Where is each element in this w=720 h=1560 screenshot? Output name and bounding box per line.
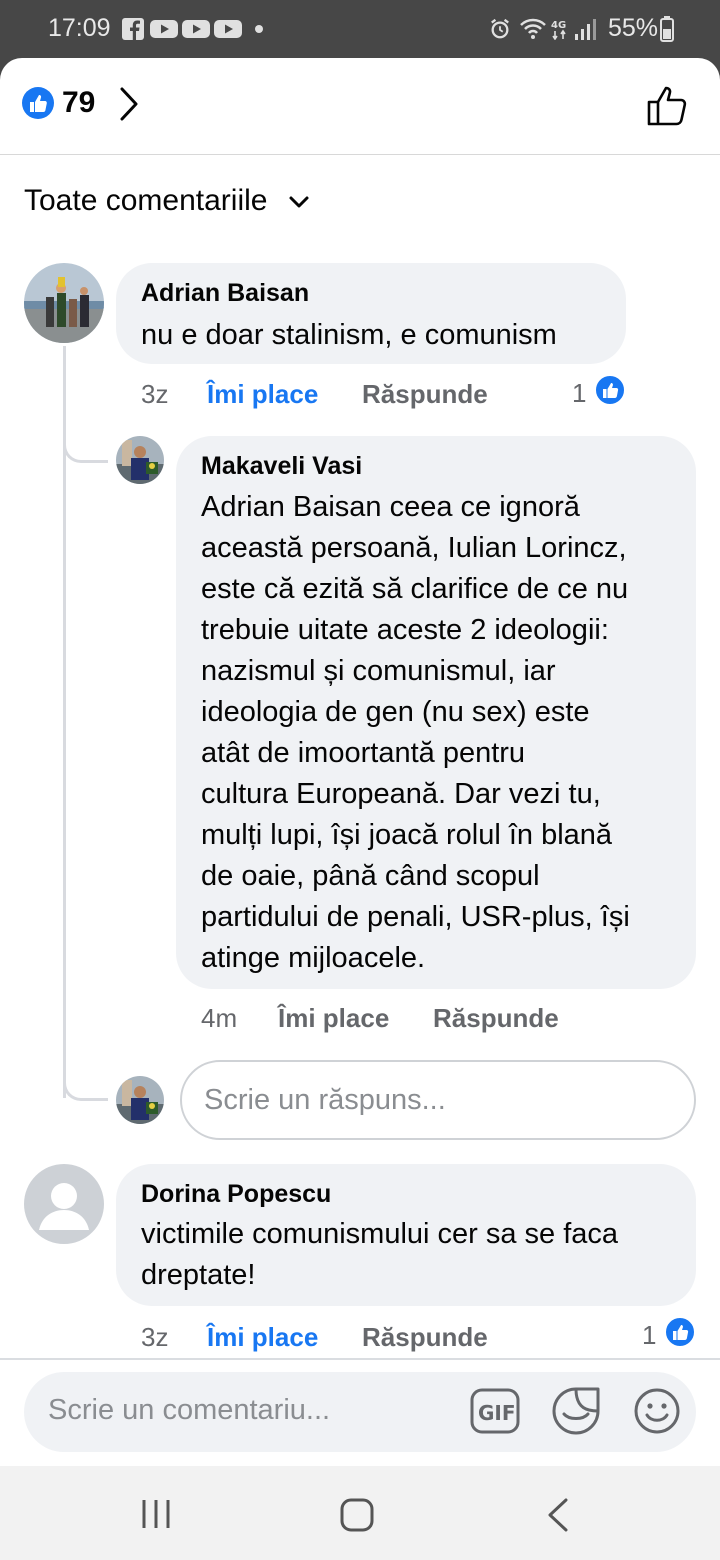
divider <box>0 1358 720 1360</box>
signal-icon <box>575 19 596 40</box>
reaction-count: 1 <box>572 378 587 408</box>
like-button[interactable]: Îmi place <box>278 1003 389 1034</box>
gif-icon[interactable]: GIF <box>470 1388 520 1434</box>
comment-text: nu e doar stalinism, e comunism <box>141 319 557 351</box>
comment-text: victimile comunismului cer sa se faca dr… <box>141 1218 619 1291</box>
reply-button[interactable]: Răspunde <box>362 379 488 410</box>
thread-line <box>63 346 66 1098</box>
recent-apps-icon[interactable] <box>140 1498 172 1530</box>
comments-sheet: 79 Toate comentariile Adrian Baisan nu e… <box>0 58 720 1466</box>
svg-text:4G: 4G <box>551 20 566 31</box>
youtube-icon <box>150 20 178 38</box>
battery-percent: 55% <box>607 14 658 42</box>
comment-author[interactable]: Adrian Baisan <box>141 279 309 308</box>
avatar <box>116 1076 164 1124</box>
alarm-icon <box>491 18 509 39</box>
reply-button[interactable]: Răspunde <box>362 1322 488 1353</box>
battery-icon <box>660 16 674 42</box>
comment-bubble[interactable]: Adrian Baisan nu e doar stalinism, e com… <box>116 263 626 364</box>
comment-bubble[interactable]: Makaveli Vasi Adrian Baisan ceea ce igno… <box>176 436 696 989</box>
reply-placeholder: Scrie un răspuns... <box>204 1084 446 1116</box>
emoji-icon[interactable] <box>632 1386 682 1436</box>
comment-text: Adrian Baisan ceea ce ignoră această per… <box>201 491 630 974</box>
like-button[interactable]: Îmi place <box>207 379 318 410</box>
youtube-icon <box>214 20 242 38</box>
comment-author[interactable]: Makaveli Vasi <box>201 452 362 481</box>
youtube-icon <box>182 20 210 38</box>
svg-text:GIF: GIF <box>478 1401 516 1425</box>
like-reaction-icon[interactable] <box>594 374 626 406</box>
comment-filter-dropdown[interactable]: Toate comentariile <box>24 184 310 218</box>
like-button[interactable]: Îmi place <box>207 1322 318 1353</box>
like-reaction-icon <box>22 87 54 119</box>
chevron-down-icon <box>289 196 309 208</box>
comment-time: 4m <box>201 1003 238 1033</box>
like-count: 79 <box>62 86 96 119</box>
thread-connector <box>63 1076 108 1101</box>
comment-author[interactable]: Dorina Popescu <box>141 1180 331 1209</box>
home-icon[interactable] <box>340 1498 374 1532</box>
avatar[interactable] <box>116 436 164 484</box>
thread-connector <box>63 438 108 463</box>
facebook-icon <box>122 18 144 40</box>
comment-bubble[interactable]: Dorina Popescu victimile comunismului ce… <box>116 1164 696 1306</box>
dot-icon <box>255 25 263 33</box>
thumbs-up-icon[interactable] <box>646 84 690 126</box>
status-bar: 17:09 4G 55% <box>0 0 720 58</box>
reactions-header[interactable]: 79 <box>0 58 720 155</box>
system-nav-bar <box>0 1466 720 1560</box>
wifi-icon <box>520 18 546 39</box>
reply-button[interactable]: Răspunde <box>433 1003 559 1034</box>
sticker-icon[interactable] <box>551 1386 601 1436</box>
comment-input[interactable]: Scrie un comentariu... GIF <box>24 1372 696 1452</box>
avatar[interactable] <box>24 263 104 343</box>
filter-label: Toate comentariile <box>24 184 268 217</box>
4g-icon: 4G <box>551 20 566 40</box>
comment-placeholder: Scrie un comentariu... <box>48 1394 331 1426</box>
status-time: 17:09 <box>48 14 111 42</box>
avatar[interactable] <box>24 1164 104 1244</box>
comment-time: 3z <box>141 1322 169 1352</box>
chevron-right-icon[interactable] <box>118 86 140 122</box>
comment-time: 3z <box>141 379 169 409</box>
like-reaction-icon[interactable] <box>664 1316 696 1348</box>
back-icon[interactable] <box>546 1498 570 1532</box>
reaction-count: 1 <box>642 1320 657 1350</box>
reply-input[interactable]: Scrie un răspuns... <box>180 1060 696 1140</box>
